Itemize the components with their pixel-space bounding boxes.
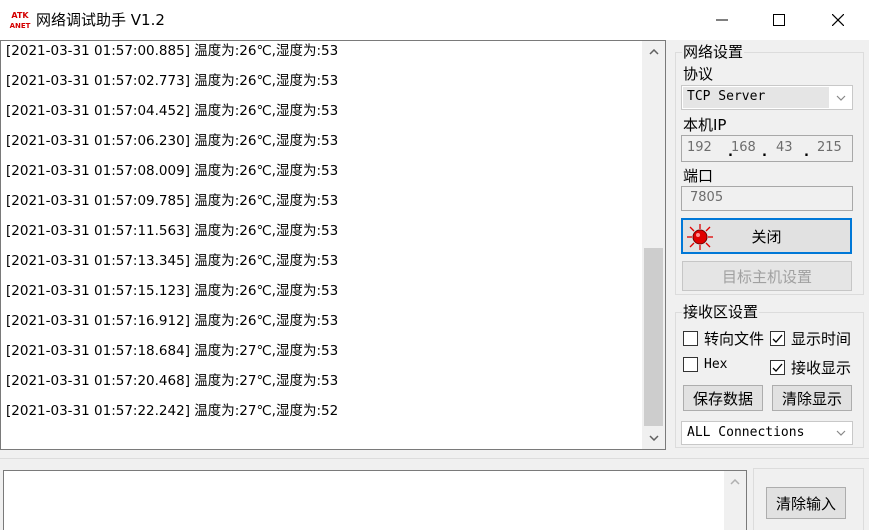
app-logo-text-bottom: ANET <box>10 22 31 30</box>
receive-line: [2021-03-31 01:57:02.773] 温度为:26℃,湿度为:53 <box>6 73 339 89</box>
ip-octet-4: 215 <box>817 140 842 155</box>
checkbox-box <box>683 331 698 346</box>
send-scrollbar[interactable] <box>724 471 746 530</box>
to-file-label: 转向文件 <box>704 330 765 348</box>
receive-scrollbar-thumb[interactable] <box>644 248 663 426</box>
local-ip-field[interactable]: 192 . 168 . 43 . 215 <box>681 135 853 162</box>
ip-dot: . <box>804 145 809 160</box>
close-connection-button[interactable]: 关闭 <box>681 218 852 254</box>
hex-label: Hex <box>704 357 728 372</box>
receive-line: [2021-03-31 01:57:00.885] 温度为:26℃,湿度为:53 <box>6 43 339 59</box>
close-window-button[interactable] <box>815 0 861 40</box>
protocol-label: 协议 <box>683 65 714 83</box>
app-logo-icon: ATK ANET <box>9 9 31 31</box>
save-data-button[interactable]: 保存数据 <box>683 385 763 411</box>
close-connection-label: 关闭 <box>751 227 782 246</box>
title-bar: ATK ANET 网络调试助手 V1.2 <box>0 0 869 40</box>
receive-line: [2021-03-31 01:57:20.468] 温度为:27℃,湿度为:53 <box>6 373 339 389</box>
receive-show-label: 接收显示 <box>791 359 852 377</box>
receive-line: [2021-03-31 01:57:11.563] 温度为:26℃,湿度为:53 <box>6 223 339 239</box>
clear-input-button[interactable]: 清除输入 <box>766 487 846 519</box>
port-field[interactable]: 7805 <box>681 186 853 211</box>
window-title: 网络调试助手 V1.2 <box>36 11 165 29</box>
receive-line: [2021-03-31 01:57:08.009] 温度为:26℃,湿度为:53 <box>6 163 339 179</box>
receive-line: [2021-03-31 01:57:04.452] 温度为:26℃,湿度为:53 <box>6 103 339 119</box>
receive-line: [2021-03-31 01:57:09.785] 温度为:26℃,湿度为:53 <box>6 193 339 209</box>
minimize-button[interactable] <box>699 0 745 40</box>
send-input[interactable] <box>4 471 724 530</box>
receive-line: [2021-03-31 01:57:18.684] 温度为:27℃,湿度为:53 <box>6 343 339 359</box>
divider <box>0 458 869 459</box>
protocol-value: TCP Server <box>687 89 766 104</box>
connections-dropdown-button[interactable] <box>830 422 852 444</box>
receive-line: [2021-03-31 01:57:06.230] 温度为:26℃,湿度为:53 <box>6 133 339 149</box>
receive-area[interactable]: [2021-03-31 01:57:00.885] 温度为:26℃,湿度为:53… <box>0 40 666 450</box>
ip-octet-2: 168 <box>731 140 756 155</box>
receive-settings-title: 接收区设置 <box>682 303 760 321</box>
network-settings-title: 网络设置 <box>682 43 745 61</box>
maximize-icon <box>773 14 785 26</box>
status-led-icon <box>687 224 713 250</box>
clear-display-button[interactable]: 清除显示 <box>772 385 852 411</box>
close-icon <box>832 14 844 26</box>
minimize-icon <box>716 19 728 21</box>
chevron-down-icon <box>836 430 846 436</box>
chevron-down-icon <box>836 95 846 101</box>
chevron-down-icon <box>648 435 659 441</box>
send-area[interactable] <box>3 470 747 530</box>
protocol-dropdown-button[interactable] <box>830 86 852 109</box>
chevron-up-icon <box>730 479 740 485</box>
to-file-checkbox[interactable]: 转向文件 <box>683 328 764 349</box>
ip-octet-3: 43 <box>776 140 793 155</box>
checkmark-icon <box>772 363 783 372</box>
send-scroll-up-button[interactable] <box>724 471 746 493</box>
receive-show-checkbox[interactable]: 接收显示 <box>770 357 851 378</box>
app-logo-text-top: ATK <box>11 11 29 20</box>
local-ip-label: 本机IP <box>683 116 727 134</box>
connections-value: ALL Connections <box>687 425 805 440</box>
target-host-settings-button[interactable]: 目标主机设置 <box>682 261 852 291</box>
receive-line: [2021-03-31 01:57:16.912] 温度为:26℃,湿度为:53 <box>6 313 339 329</box>
scroll-down-button[interactable] <box>642 427 665 449</box>
port-label: 端口 <box>683 167 714 185</box>
receive-text[interactable]: [2021-03-31 01:57:00.885] 温度为:26℃,湿度为:53… <box>1 41 642 449</box>
ip-octet-1: 192 <box>687 140 712 155</box>
receive-line: [2021-03-31 01:57:13.345] 温度为:26℃,湿度为:53 <box>6 253 339 269</box>
hex-checkbox[interactable]: Hex <box>683 357 727 372</box>
checkbox-box <box>770 360 785 375</box>
checkbox-box <box>683 357 698 372</box>
chevron-up-icon <box>648 49 659 55</box>
checkmark-icon <box>772 334 783 343</box>
protocol-select[interactable]: TCP Server <box>681 85 853 110</box>
show-time-checkbox[interactable]: 显示时间 <box>770 328 851 349</box>
show-time-label: 显示时间 <box>791 330 852 348</box>
maximize-button[interactable] <box>756 0 802 40</box>
checkbox-box <box>770 331 785 346</box>
scroll-up-button[interactable] <box>642 41 665 63</box>
connections-select[interactable]: ALL Connections <box>681 421 853 445</box>
ip-dot: . <box>762 145 767 160</box>
receive-line: [2021-03-31 01:57:22.242] 温度为:27℃,湿度为:52 <box>6 403 339 419</box>
receive-line: [2021-03-31 01:57:15.123] 温度为:26℃,湿度为:53 <box>6 283 339 299</box>
receive-scrollbar[interactable] <box>642 41 665 449</box>
